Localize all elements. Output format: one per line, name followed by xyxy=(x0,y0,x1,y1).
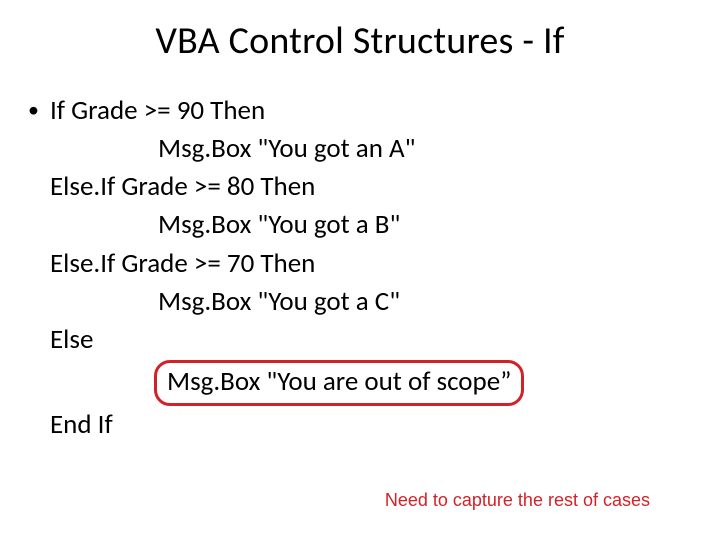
code-line-3: Else.If Grade >= 80 Then xyxy=(50,168,692,206)
code-line-7: Else xyxy=(50,321,692,359)
code-line-9: End If xyxy=(50,406,692,444)
code-block: Msg.Box "You got an A" Else.If Grade >= … xyxy=(50,130,692,445)
code-line-8-wrapper: Msg.Box "You are out of scope” xyxy=(50,360,692,406)
slide-body: • If Grade >= 90 Then Msg.Box "You got a… xyxy=(28,92,692,444)
slide-title: VBA Control Structures - If xyxy=(0,0,720,64)
code-line-2: Msg.Box "You got an A" xyxy=(50,130,692,168)
code-line-1: If Grade >= 90 Then xyxy=(50,92,692,130)
code-line-6: Msg.Box "You got a C" xyxy=(50,283,692,321)
annotation-text: Need to capture the rest of cases xyxy=(385,488,650,513)
bullet-item: • If Grade >= 90 Then xyxy=(28,92,692,130)
code-line-4: Msg.Box "You got a B" xyxy=(50,206,692,244)
slide: VBA Control Structures - If • If Grade >… xyxy=(0,0,720,540)
bullet-icon: • xyxy=(28,92,50,127)
highlight-box: Msg.Box "You are out of scope” xyxy=(154,360,524,406)
code-line-5: Else.If Grade >= 70 Then xyxy=(50,245,692,283)
code-line-8: Msg.Box "You are out of scope” xyxy=(167,365,511,398)
